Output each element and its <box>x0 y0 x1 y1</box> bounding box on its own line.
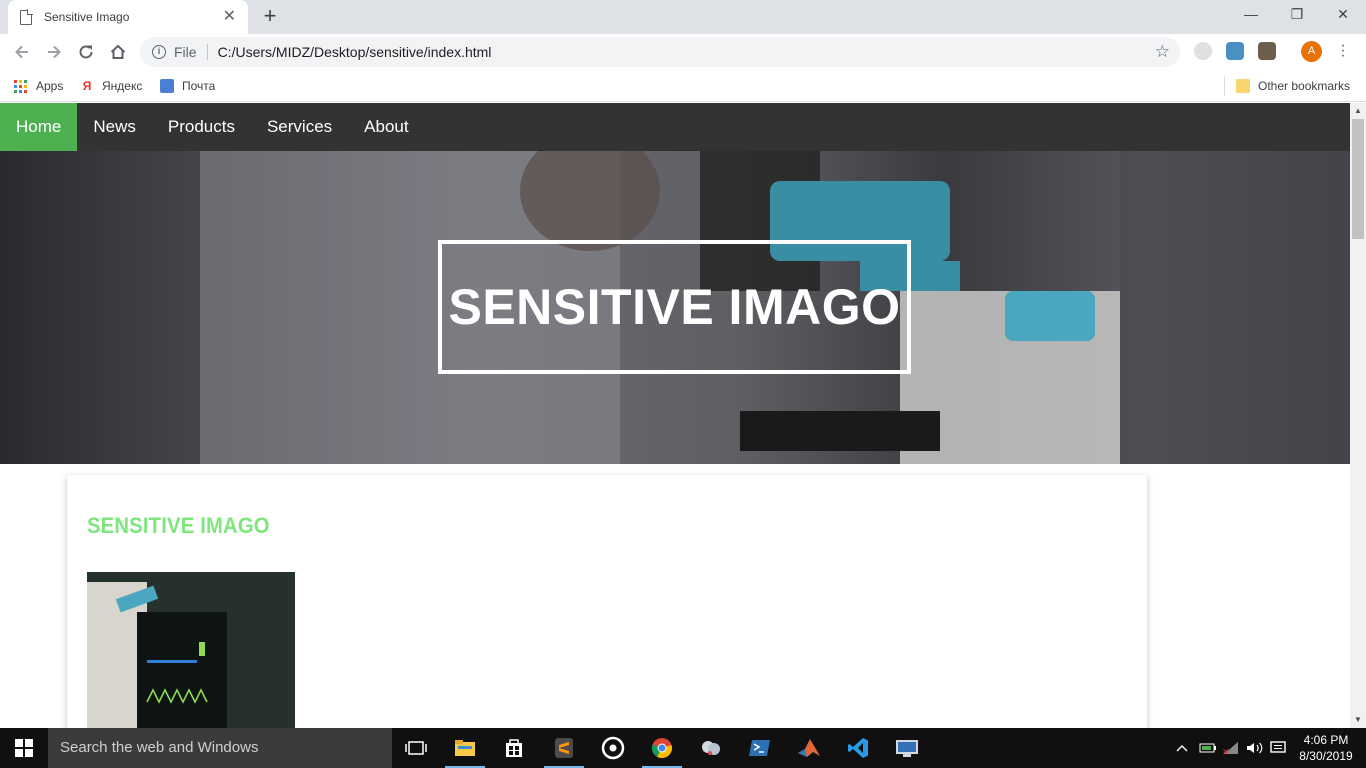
vscode-icon[interactable] <box>834 728 882 768</box>
web-page: Home News Products Services About SENSIT… <box>0 103 1350 728</box>
battery-icon[interactable] <box>1199 728 1217 768</box>
address-scheme: File <box>174 44 208 60</box>
action-center-icon[interactable] <box>1270 728 1286 768</box>
reload-button[interactable] <box>74 40 98 64</box>
home-icon <box>110 44 126 59</box>
extension-icon-1[interactable] <box>1194 42 1212 60</box>
nav-services[interactable]: Services <box>251 103 348 151</box>
reload-icon <box>79 45 93 59</box>
forward-button[interactable] <box>42 40 66 64</box>
taskbar-search[interactable]: Search the web and Windows <box>48 728 392 768</box>
folder-icon <box>1236 79 1250 93</box>
browser-tab[interactable]: Sensitive Imago ✕ <box>8 0 248 34</box>
task-view-icon[interactable] <box>392 728 440 768</box>
extension-icon-2[interactable] <box>1226 42 1244 60</box>
show-hidden-icons[interactable] <box>1175 728 1189 768</box>
clock-time: 4:06 PM <box>1303 733 1349 747</box>
svg-text:✕: ✕ <box>1222 747 1230 756</box>
taskbar-clock[interactable]: 4:06 PM 8/30/2019 <box>1296 732 1356 764</box>
start-button[interactable] <box>0 728 48 768</box>
close-window-button[interactable]: ✕ <box>1320 0 1366 30</box>
hero-title: SENSITIVE IMAGO <box>448 279 901 335</box>
browser-toolbar: i File C:/Users/MIDZ/Desktop/sensitive/i… <box>0 34 1366 70</box>
document-icon <box>20 9 33 25</box>
chrome-icon[interactable] <box>638 728 686 768</box>
bookmark-star-icon[interactable]: ☆ <box>1155 42 1170 62</box>
powershell-icon[interactable] <box>736 728 784 768</box>
page-scrollbar[interactable]: ▲ ▼ <box>1350 103 1366 728</box>
scroll-up-arrow-icon[interactable]: ▲ <box>1350 103 1366 119</box>
windows-taskbar: Search the web and Windows ✕ 4:06 PM 8/3… <box>0 728 1366 768</box>
apps-grid-icon <box>14 79 27 93</box>
nav-about[interactable]: About <box>348 103 424 151</box>
network-icon[interactable]: ✕ <box>1222 728 1240 768</box>
yandex-icon: Я <box>80 79 94 93</box>
volume-icon[interactable] <box>1246 728 1264 768</box>
profile-avatar[interactable]: A <box>1301 41 1322 62</box>
other-bookmarks-label: Other bookmarks <box>1258 79 1351 93</box>
content-card: SENSITIVE IMAGO <box>67 475 1147 728</box>
hero-title-frame: SENSITIVE IMAGO <box>438 240 911 374</box>
snipping-tool-icon[interactable] <box>687 728 735 768</box>
monitor-image <box>87 572 295 728</box>
bookmark-yandex[interactable]: Я Яндекс <box>80 76 142 96</box>
address-url[interactable]: C:/Users/MIDZ/Desktop/sensitive/index.ht… <box>218 44 1155 60</box>
extension-icon-3[interactable] <box>1258 42 1276 60</box>
remote-desktop-icon[interactable] <box>883 728 931 768</box>
address-bar[interactable]: i File C:/Users/MIDZ/Desktop/sensitive/i… <box>140 37 1180 67</box>
bookmark-mail[interactable]: Почта <box>160 76 215 96</box>
restore-button[interactable]: ❐ <box>1274 0 1320 30</box>
matlab-icon[interactable] <box>785 728 833 768</box>
hero-banner: SENSITIVE IMAGO <box>0 151 1350 464</box>
bookmark-label: Apps <box>36 79 64 93</box>
nav-products[interactable]: Products <box>152 103 251 151</box>
card-title: SENSITIVE IMAGO <box>87 513 270 538</box>
site-info-icon[interactable]: i <box>152 45 166 59</box>
bookmarks-bar: Apps Я Яндекс Почта Other bookmarks <box>0 70 1366 102</box>
bookmark-label: Яндекс <box>102 79 143 93</box>
windows-logo-icon <box>15 739 33 757</box>
nav-home[interactable]: Home <box>0 103 78 151</box>
patient-monitor-illustration <box>87 572 295 728</box>
back-arrow-icon <box>15 45 28 59</box>
back-button[interactable] <box>10 40 34 64</box>
scroll-thumb[interactable] <box>1352 119 1364 239</box>
bookmarks-divider <box>1224 76 1225 96</box>
new-tab-button[interactable]: + <box>258 4 282 30</box>
bookmark-apps[interactable]: Apps <box>14 76 63 96</box>
other-bookmarks[interactable]: Other bookmarks <box>1236 76 1350 96</box>
media-player-icon[interactable] <box>589 728 637 768</box>
file-explorer-icon[interactable] <box>441 728 489 768</box>
site-nav: Home News Products Services About <box>0 103 1350 151</box>
home-button[interactable] <box>106 40 130 64</box>
scroll-down-arrow-icon[interactable]: ▼ <box>1350 712 1366 728</box>
browser-menu-icon[interactable]: · · · <box>1338 38 1348 64</box>
store-icon[interactable] <box>490 728 538 768</box>
forward-arrow-icon <box>48 45 61 59</box>
tab-strip: Sensitive Imago ✕ + — ❐ ✕ <box>0 0 1366 34</box>
close-tab-icon[interactable]: ✕ <box>223 9 236 25</box>
bookmark-label: Почта <box>182 79 216 93</box>
clock-date: 8/30/2019 <box>1299 749 1353 763</box>
nav-news[interactable]: News <box>77 103 152 151</box>
tab-title: Sensitive Imago <box>44 10 130 24</box>
sublime-text-icon[interactable] <box>540 728 588 768</box>
mail-icon <box>160 79 174 93</box>
minimize-button[interactable]: — <box>1228 0 1274 30</box>
